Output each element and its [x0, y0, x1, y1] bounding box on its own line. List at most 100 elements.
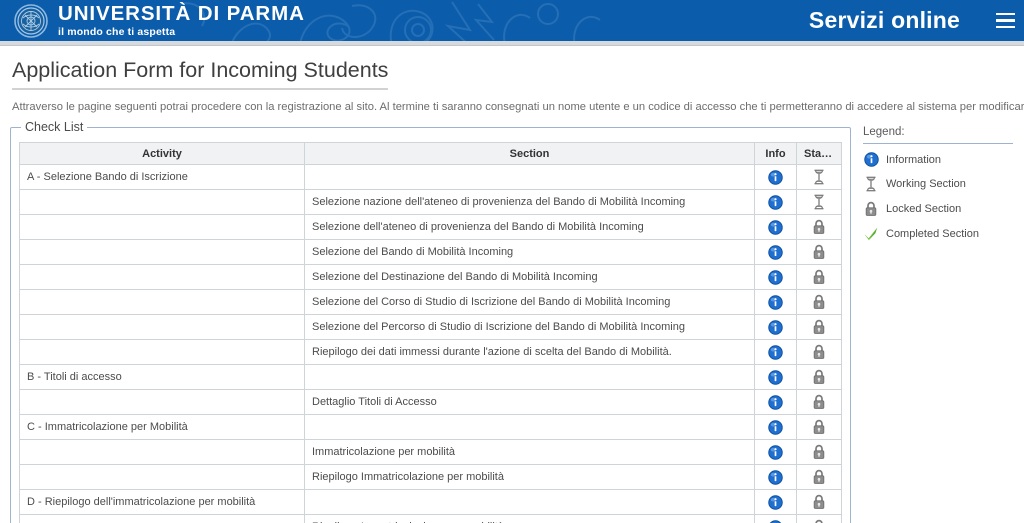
legend-title: Legend: — [863, 126, 1013, 145]
cell-info — [754, 439, 797, 466]
legend-panel: Legend: Information Working Section Locked… — [863, 120, 1013, 250]
table-body: A - Selezione Bando di Iscrizione Selezio… — [19, 164, 842, 523]
cell-status — [796, 164, 842, 191]
column-header-activity: Activity — [19, 142, 305, 166]
locked-icon — [812, 269, 826, 285]
table-row: Riepilogo dei dati immessi durante l'azi… — [19, 339, 842, 366]
info-icon[interactable] — [768, 170, 783, 185]
cell-info — [754, 514, 797, 523]
locked-icon — [812, 394, 826, 410]
locked-icon — [812, 444, 826, 460]
column-header-info: Info — [754, 142, 797, 166]
cell-info — [754, 289, 797, 316]
cell-status — [796, 414, 842, 441]
locked-icon — [812, 519, 826, 523]
table-row: Selezione dell'ateneo di provenienza del… — [19, 214, 842, 241]
legend-item: Working Section — [863, 176, 1013, 192]
university-logo[interactable] — [0, 3, 54, 38]
cell-section: Selezione del Percorso di Studio di Iscr… — [304, 314, 755, 341]
table-row: C - Immatricolazione per Mobilità — [19, 414, 842, 441]
cell-section: Selezione dell'ateneo di provenienza del… — [304, 214, 755, 241]
checklist-table: Activity Section Info Status A - Selezio… — [19, 142, 842, 523]
legend-item: Locked Section — [863, 201, 1013, 217]
cell-section — [304, 489, 755, 516]
legend-item-label: Working Section — [886, 178, 966, 191]
cell-activity — [19, 289, 305, 316]
cell-section: Riepilogo Immatricolazione per mobilità — [304, 514, 755, 523]
info-icon[interactable] — [768, 470, 783, 485]
cell-section: Selezione nazione dell'ateneo di proveni… — [304, 189, 755, 216]
hamburger-bar-2 — [995, 19, 1015, 22]
table-row: Immatricolazione per mobilità — [19, 439, 842, 466]
brand-name: UNIVERSITÀ DI PARMA — [58, 2, 305, 25]
cell-activity: C - Immatricolazione per Mobilità — [19, 414, 305, 441]
working-icon — [812, 194, 826, 210]
cell-info — [754, 339, 797, 366]
cell-activity: B - Titoli di accesso — [19, 364, 305, 391]
info-icon[interactable] — [768, 295, 783, 310]
locked-icon — [812, 419, 826, 435]
table-row: Selezione nazione dell'ateneo di proveni… — [19, 189, 842, 216]
info-icon[interactable] — [768, 420, 783, 435]
cell-activity — [19, 264, 305, 291]
column-header-section: Section — [304, 142, 755, 166]
page-title: Application Form for Incoming Students — [12, 58, 389, 90]
brand-block: UNIVERSITÀ DI PARMA il mondo che ti aspe… — [54, 2, 305, 37]
cell-status — [796, 489, 842, 516]
legend-item-label: Completed Section — [886, 227, 979, 240]
table-row: Dettaglio Titoli di Accesso — [19, 389, 842, 416]
cell-activity — [19, 314, 305, 341]
info-icon[interactable] — [768, 320, 783, 335]
locked-icon — [812, 294, 826, 310]
info-icon[interactable] — [768, 370, 783, 385]
cell-status — [796, 239, 842, 266]
intro-text: Attraverso le pagine seguenti potrai pro… — [12, 100, 1024, 113]
locked-icon — [812, 244, 826, 260]
hamburger-menu-icon[interactable] — [986, 0, 1024, 41]
cell-section: Selezione del Corso di Studio di Iscrizi… — [304, 289, 755, 316]
column-header-status: Status — [796, 142, 842, 166]
cell-status — [796, 364, 842, 391]
working-icon — [863, 176, 879, 192]
info-icon[interactable] — [768, 195, 783, 210]
info-icon[interactable] — [768, 445, 783, 460]
table-row: Selezione del Bando di Mobilità Incoming — [19, 239, 842, 266]
legend-items: Information Working Section Locked Section… — [863, 152, 1013, 241]
cell-status — [796, 389, 842, 416]
cell-activity: A - Selezione Bando di Iscrizione — [19, 164, 305, 191]
hamburger-bar-1 — [995, 12, 1015, 16]
legend-item-label: Locked Section — [886, 203, 962, 216]
cell-info — [754, 264, 797, 291]
cell-info — [754, 389, 797, 416]
cell-status — [796, 464, 842, 491]
cell-activity — [19, 339, 305, 366]
cell-section — [304, 164, 755, 191]
table-row: Riepilogo Immatricolazione per mobilità — [19, 464, 842, 491]
cell-status — [796, 339, 842, 366]
info-icon[interactable] — [768, 245, 783, 260]
cell-status — [796, 314, 842, 341]
table-row: A - Selezione Bando di Iscrizione — [19, 164, 842, 191]
info-icon[interactable] — [768, 220, 783, 235]
cell-info — [754, 364, 797, 391]
cell-activity — [19, 439, 305, 466]
cell-section: Selezione del Destinazione del Bando di … — [304, 264, 755, 291]
cell-info — [754, 314, 797, 341]
university-crest-icon — [14, 3, 48, 38]
hamburger-bar-3 — [995, 25, 1015, 29]
cell-activity — [19, 514, 305, 523]
cell-info — [754, 464, 797, 491]
cell-info — [754, 239, 797, 266]
legend-item: Information — [863, 152, 1013, 167]
locked-icon — [812, 469, 826, 485]
table-header-row: Activity Section Info Status — [19, 142, 842, 166]
cell-section: Riepilogo Immatricolazione per mobilità — [304, 464, 755, 491]
info-icon[interactable] — [768, 345, 783, 360]
info-icon[interactable] — [768, 395, 783, 410]
cell-status — [796, 214, 842, 241]
info-icon[interactable] — [768, 270, 783, 285]
legend-item: Completed Section — [863, 226, 1013, 241]
site-header: UNIVERSITÀ DI PARMA il mondo che ti aspe… — [0, 0, 1024, 41]
info-icon[interactable] — [768, 495, 783, 510]
table-row: D - Riepilogo dell'immatricolazione per … — [19, 489, 842, 516]
